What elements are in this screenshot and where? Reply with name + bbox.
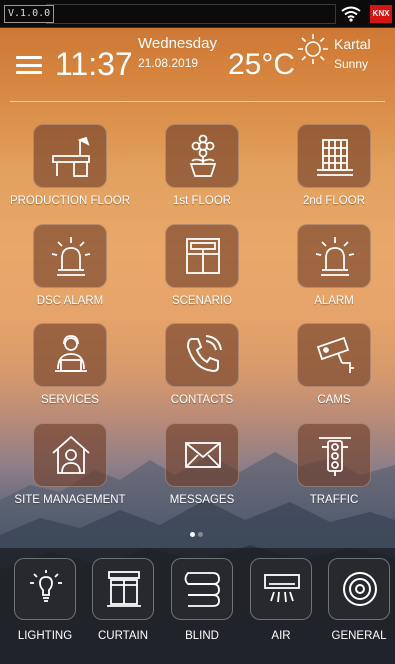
traffic-light-icon: [319, 437, 351, 476]
tile-label: DSC ALARM: [36, 295, 104, 307]
dock-item-curtain[interactable]: CURTAIN: [82, 548, 161, 664]
siren-icon: [51, 237, 91, 276]
tile-label: ALARM: [314, 295, 354, 307]
tile-label: TRAFFIC: [309, 494, 359, 506]
tile-contacts[interactable]: CONTACTS: [137, 323, 267, 419]
air-conditioner-icon: [264, 574, 300, 603]
phone-icon: [186, 335, 222, 373]
knx-badge: KNX: [370, 5, 392, 23]
location-label: Kartal: [334, 36, 371, 52]
window-layout-icon: [186, 238, 220, 274]
tile-label: 2nd FLOOR: [303, 195, 365, 207]
tile-box: [33, 124, 107, 188]
tile-traffic[interactable]: TRAFFIC: [269, 423, 395, 519]
date-label: 21.08.2019: [138, 56, 199, 70]
dock-label: AIR: [271, 630, 291, 642]
tile-production-floor[interactable]: PRODUCTION FLOOR: [5, 124, 135, 220]
tile-box: [297, 323, 371, 387]
tile-box: [297, 423, 371, 487]
dock-item-air[interactable]: AIR: [240, 548, 319, 664]
house-person-icon: [52, 435, 90, 474]
wifi-icon: [341, 6, 361, 22]
tile-label: MESSAGES: [169, 494, 235, 506]
status-bar: V.1.0.0 KNX: [0, 0, 395, 28]
bottom-dock: LIGHTING CURTAIN BLIND AIR GENERAL: [0, 548, 395, 664]
dock-item-blind[interactable]: BLIND: [161, 548, 240, 664]
sun-icon: [298, 34, 328, 64]
tile-label: SERVICES: [41, 394, 99, 406]
tile-services[interactable]: SERVICES: [5, 323, 135, 419]
dock-box: [14, 558, 76, 620]
tile-label: 1st FLOOR: [172, 195, 232, 207]
tile-box: [165, 124, 239, 188]
dock-box: [92, 558, 154, 620]
target-icon: [343, 572, 377, 606]
temperature-label: 25°C: [228, 48, 296, 81]
building-icon: [317, 139, 353, 176]
dock-label: BLIND: [185, 630, 219, 642]
tile-label: CAMS: [317, 394, 351, 406]
dock-box: [171, 558, 233, 620]
tile-label: PRODUCTION FLOOR: [9, 195, 131, 207]
dock-item-lighting[interactable]: LIGHTING: [4, 548, 83, 664]
tile-box: [297, 224, 371, 288]
dock-box: [328, 558, 390, 620]
tile-box: [33, 423, 107, 487]
dock-label: CURTAIN: [97, 630, 149, 642]
tile-site-management[interactable]: SITE MANAGEMENT: [5, 423, 135, 519]
cctv-camera-icon: [316, 336, 354, 373]
tile-box: [165, 423, 239, 487]
tile-box: [297, 124, 371, 188]
tile-cams[interactable]: CAMS: [269, 323, 395, 419]
bulb-icon: [30, 570, 62, 602]
dock-item-general[interactable]: GENERAL: [318, 548, 395, 664]
tile-alarm[interactable]: ALARM: [269, 224, 395, 320]
tile-dsc-alarm[interactable]: DSC ALARM: [5, 224, 135, 320]
tile-box: [165, 224, 239, 288]
tile-2nd-floor[interactable]: 2nd FLOOR: [269, 124, 395, 220]
tile-box: [165, 323, 239, 387]
page-indicator: [190, 524, 210, 537]
envelope-icon: [185, 442, 221, 468]
blind-icon: [184, 572, 220, 607]
page-dot-active[interactable]: [190, 532, 195, 537]
dock-label: LIGHTING: [17, 630, 73, 642]
menu-icon[interactable]: [16, 56, 42, 74]
dock-box: [250, 558, 312, 620]
header-divider: [10, 101, 385, 102]
dock-label: GENERAL: [331, 630, 387, 642]
tile-messages[interactable]: MESSAGES: [137, 423, 267, 519]
home-screen: V.1.0.0 KNX 11:37 Wednesday 21.08.2019 2…: [0, 0, 395, 664]
siren-icon: [315, 237, 355, 276]
desk-lamp-icon: [52, 136, 90, 177]
page-dot[interactable]: [198, 532, 203, 537]
weather-condition: Sunny: [334, 57, 369, 71]
tile-label: SCENARIO: [171, 295, 233, 307]
clock-time: 11:37: [55, 46, 133, 82]
tile-box: [33, 323, 107, 387]
curtain-icon: [107, 571, 141, 607]
weekday-label: Wednesday: [138, 35, 217, 52]
tile-1st-floor[interactable]: 1st FLOOR: [137, 124, 267, 220]
tile-label: CONTACTS: [170, 394, 234, 406]
tile-label: SITE MANAGEMENT: [14, 494, 126, 506]
support-person-icon: [55, 335, 87, 372]
status-bar-frame: [46, 4, 336, 24]
flower-pot-icon: [189, 134, 217, 177]
tile-scenario[interactable]: SCENARIO: [137, 224, 267, 320]
tile-box: [33, 224, 107, 288]
